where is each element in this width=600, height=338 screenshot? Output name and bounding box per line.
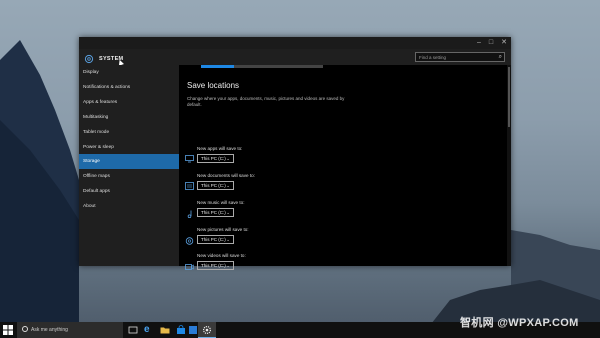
chevron-down-icon: ⌄ <box>226 263 230 268</box>
task-view-icon[interactable] <box>128 325 138 335</box>
storage-usage-bar <box>201 65 323 68</box>
search-icon: ⌕ <box>498 54 502 60</box>
chevron-down-icon: ⌄ <box>226 156 230 161</box>
sidebar-item-notifications[interactable]: Notifications & actions <box>79 80 179 95</box>
sidebar: Display Notifications & actions Apps & f… <box>79 65 179 266</box>
sidebar-item-display[interactable]: Display <box>79 65 179 80</box>
pictures-location-dropdown[interactable]: This PC (C:) ⌄ <box>197 235 234 244</box>
scrollbar[interactable] <box>507 65 511 266</box>
storage-usage-fill <box>201 65 234 68</box>
video-icon <box>185 264 194 270</box>
music-location-dropdown[interactable]: This PC (C:) ⌄ <box>197 208 234 217</box>
minimize-button[interactable]: – <box>477 38 481 48</box>
sidebar-item-storage[interactable]: Storage <box>79 154 179 169</box>
taskbar-search-box[interactable]: Ask me anything <box>17 322 123 338</box>
windows-start-icon[interactable] <box>3 325 13 335</box>
apps-location-dropdown[interactable]: This PC (C:) ⌄ <box>197 154 234 163</box>
pictures-icon <box>185 237 194 245</box>
cortana-icon <box>22 326 28 332</box>
search-input[interactable]: Find a setting ⌕ <box>415 52 505 62</box>
sidebar-item-power[interactable]: Power & sleep <box>79 140 179 155</box>
close-button[interactable]: ✕ <box>501 38 507 48</box>
documents-location-label: New documents will save to: <box>197 173 255 178</box>
section-title: Save locations <box>187 81 240 90</box>
pictures-location-value: This PC (C:) <box>201 237 226 242</box>
videos-location-value: This PC (C:) <box>201 263 226 268</box>
maximize-button[interactable]: □ <box>489 38 493 48</box>
pictures-location-label: New pictures will save to: <box>197 227 249 232</box>
chevron-down-icon: ⌄ <box>226 183 230 188</box>
monitor-icon <box>185 155 194 163</box>
sidebar-item-tablet-mode[interactable]: Tablet mode <box>79 125 179 140</box>
edge-browser-icon[interactable]: e <box>144 325 154 335</box>
music-location-value: This PC (C:) <box>201 210 226 215</box>
apps-location-label: New apps will save to: <box>197 146 243 151</box>
title-bar[interactable]: – □ ✕ <box>79 37 511 49</box>
app-icon[interactable] <box>188 325 198 335</box>
watermark: 智机网 @WPXAP.COM <box>460 317 579 329</box>
sidebar-item-multitasking[interactable]: Multitasking <box>79 110 179 125</box>
chevron-down-icon: ⌄ <box>226 237 230 242</box>
settings-taskbar-button[interactable] <box>198 322 216 338</box>
music-icon <box>187 210 192 218</box>
search-placeholder: Find a setting <box>419 55 447 60</box>
section-description: Change where your apps, documents, music… <box>187 96 345 107</box>
store-icon[interactable] <box>176 325 186 335</box>
sidebar-item-offline-maps[interactable]: Offline maps <box>79 169 179 184</box>
videos-location-label: New videos will save to: <box>197 253 246 258</box>
taskbar-search-text: Ask me anything <box>31 327 68 333</box>
apps-location-value: This PC (C:) <box>201 156 226 161</box>
main-content: Save locations Change where your apps, d… <box>179 65 507 270</box>
sidebar-item-default-apps[interactable]: Default apps <box>79 184 179 199</box>
music-location-label: New music will save to: <box>197 200 245 205</box>
document-icon <box>185 182 194 190</box>
videos-location-dropdown[interactable]: This PC (C:) ⌄ <box>197 261 234 270</box>
file-explorer-icon[interactable] <box>160 325 170 335</box>
chevron-down-icon: ⌄ <box>226 210 230 215</box>
documents-location-dropdown[interactable]: This PC (C:) ⌄ <box>197 181 234 190</box>
gear-icon <box>202 325 212 335</box>
gear-icon <box>84 54 94 64</box>
documents-location-value: This PC (C:) <box>201 183 226 188</box>
sidebar-item-apps[interactable]: Apps & features <box>79 95 179 110</box>
settings-window: – □ ✕ SYSTEM Find a setting ⌕ ▲ Display … <box>79 37 511 270</box>
sidebar-item-about[interactable]: About <box>79 199 179 214</box>
scrollbar-thumb[interactable] <box>508 67 510 127</box>
